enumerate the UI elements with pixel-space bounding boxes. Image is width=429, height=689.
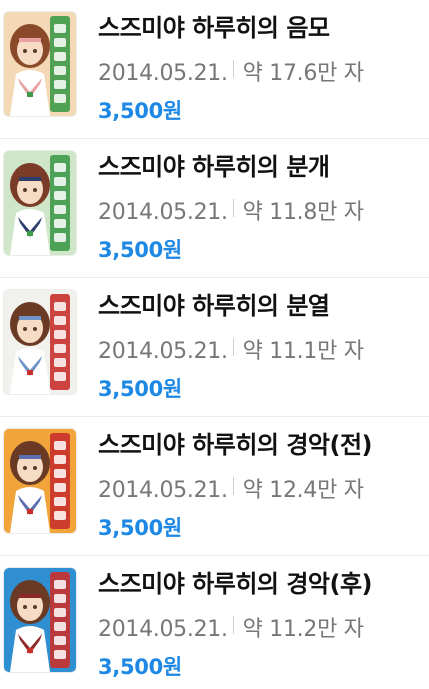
book-price: 3,500원: [98, 377, 182, 401]
book-meta: 2014.05.21. 약 12.4만 자: [98, 472, 364, 504]
cover-illustration: [4, 290, 76, 394]
book-price: 3,500원: [98, 655, 182, 679]
book-length: 약 11.2만 자: [242, 617, 364, 642]
publish-date: 2014.05.21.: [98, 478, 228, 503]
cover-illustration: [4, 151, 76, 255]
book-item[interactable]: 스즈미야 하루히의 경악(전) 2014.05.21. 약 12.4만 자 3,5…: [0, 417, 429, 556]
book-length: 약 12.4만 자: [242, 478, 364, 503]
book-cover-image[interactable]: [4, 151, 76, 255]
book-cover-image[interactable]: [4, 12, 76, 116]
meta-divider: [232, 199, 234, 217]
book-cover-image[interactable]: [4, 429, 76, 533]
publish-date: 2014.05.21.: [98, 61, 228, 86]
book-price: 3,500원: [98, 516, 182, 540]
book-item[interactable]: 스즈미야 하루히의 분개 2014.05.21. 약 11.8만 자 3,500원: [0, 139, 429, 278]
book-length: 약 11.8만 자: [242, 200, 364, 225]
book-price: 3,500원: [98, 99, 182, 123]
book-meta: 2014.05.21. 약 17.6만 자: [98, 55, 364, 87]
book-title[interactable]: 스즈미야 하루히의 경악(후): [98, 564, 373, 599]
book-list: 스즈미야 하루히의 음모 2014.05.21. 약 17.6만 자 3,500원…: [0, 0, 429, 686]
publish-date: 2014.05.21.: [98, 200, 228, 225]
book-item[interactable]: 스즈미야 하루히의 경악(후) 2014.05.21. 약 11.2만 자 3,5…: [0, 556, 429, 686]
book-length: 약 11.1만 자: [242, 339, 364, 364]
book-item[interactable]: 스즈미야 하루히의 음모 2014.05.21. 약 17.6만 자 3,500원: [0, 0, 429, 139]
publish-date: 2014.05.21.: [98, 617, 228, 642]
cover-illustration: [4, 568, 76, 672]
book-title[interactable]: 스즈미야 하루히의 분열: [98, 286, 330, 321]
book-meta: 2014.05.21. 약 11.2만 자: [98, 611, 364, 643]
cover-illustration: [4, 429, 76, 533]
publish-date: 2014.05.21.: [98, 339, 228, 364]
meta-divider: [232, 477, 234, 495]
cover-illustration: [4, 12, 76, 116]
meta-divider: [232, 616, 234, 634]
meta-divider: [232, 60, 234, 78]
book-title[interactable]: 스즈미야 하루히의 경악(전): [98, 425, 373, 460]
book-meta: 2014.05.21. 약 11.1만 자: [98, 333, 364, 365]
book-cover-image[interactable]: [4, 568, 76, 672]
book-length: 약 17.6만 자: [242, 61, 364, 86]
book-price: 3,500원: [98, 238, 182, 262]
book-item[interactable]: 스즈미야 하루히의 분열 2014.05.21. 약 11.1만 자 3,500원: [0, 278, 429, 417]
book-title[interactable]: 스즈미야 하루히의 음모: [98, 8, 330, 43]
book-meta: 2014.05.21. 약 11.8만 자: [98, 194, 364, 226]
book-title[interactable]: 스즈미야 하루히의 분개: [98, 147, 330, 182]
book-cover-image[interactable]: [4, 290, 76, 394]
meta-divider: [232, 338, 234, 356]
